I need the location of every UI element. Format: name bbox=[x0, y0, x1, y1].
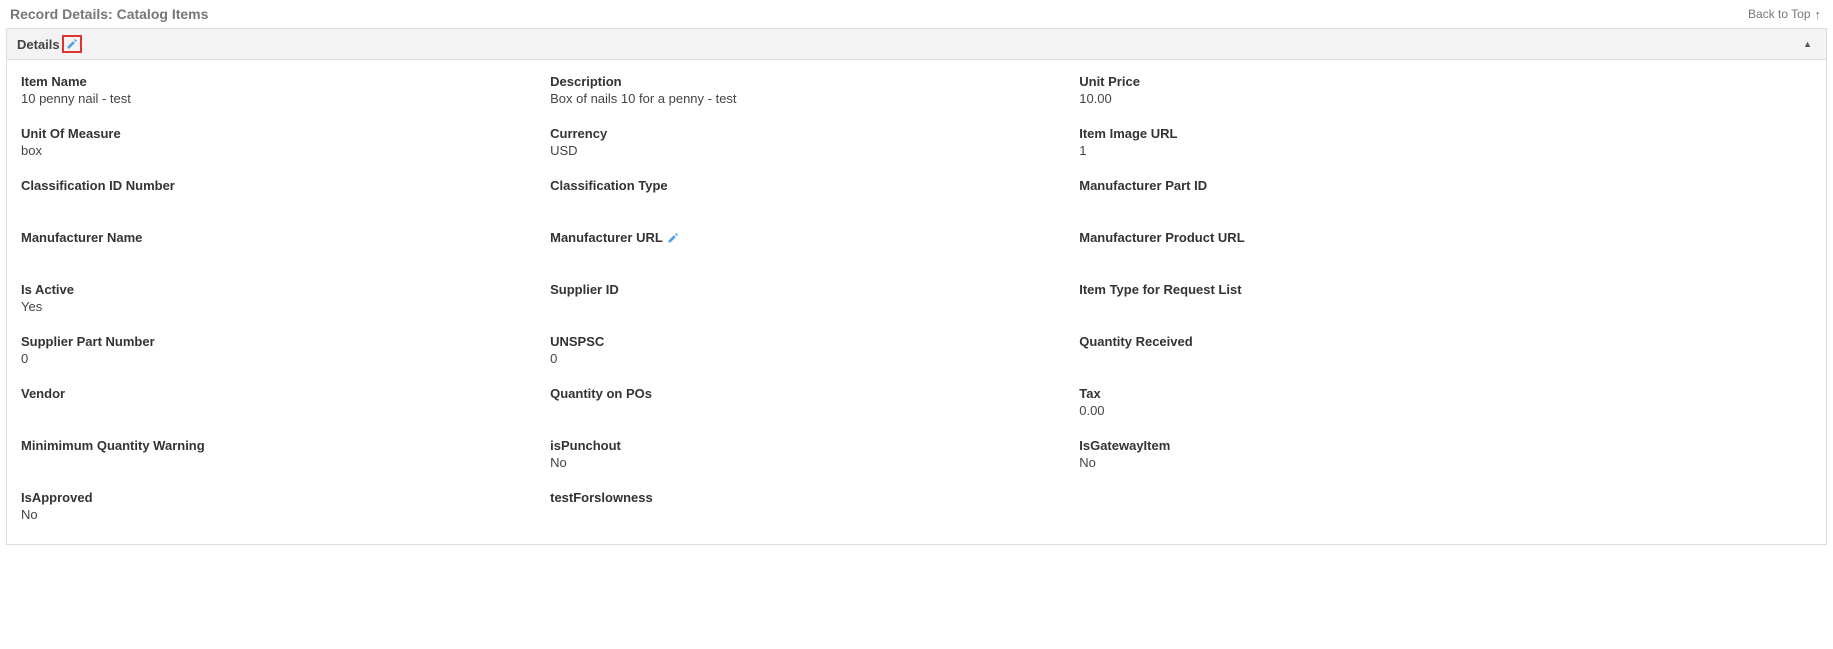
field-label: Supplier Part Number bbox=[21, 334, 530, 349]
field-tax: Tax 0.00 bbox=[1079, 386, 1588, 420]
field-item-name: Item Name 10 penny nail - test bbox=[21, 74, 530, 108]
field-value bbox=[21, 403, 530, 417]
field-value: USD bbox=[550, 143, 1059, 158]
field-label: Item Name bbox=[21, 74, 530, 89]
field-label: Quantity Received bbox=[1079, 334, 1588, 349]
field-test-for-slowness: testForslowness bbox=[550, 490, 1059, 524]
field-unit-of-measure: Unit Of Measure box bbox=[21, 126, 530, 160]
section-title-label: Details bbox=[17, 37, 60, 52]
field-min-qty-warning: Minimimum Quantity Warning bbox=[21, 438, 530, 472]
field-label: Manufacturer URL bbox=[550, 230, 1059, 245]
field-value: 0 bbox=[550, 351, 1059, 366]
field-manufacturer-name: Manufacturer Name bbox=[21, 230, 530, 264]
field-label: Unit Of Measure bbox=[21, 126, 530, 141]
field-value bbox=[1079, 247, 1588, 261]
section-title: Details bbox=[17, 35, 82, 53]
field-value bbox=[550, 299, 1059, 313]
field-label-text: Manufacturer URL bbox=[550, 230, 663, 245]
field-value: Box of nails 10 for a penny - test bbox=[550, 91, 1059, 106]
field-quantity-on-pos: Quantity on POs bbox=[550, 386, 1059, 420]
triangle-up-icon: ▲ bbox=[1803, 39, 1812, 49]
field-value: box bbox=[21, 143, 530, 158]
field-label: Item Type for Request List bbox=[1079, 282, 1588, 297]
field-label: Supplier ID bbox=[550, 282, 1059, 297]
field-supplier-part-number: Supplier Part Number 0 bbox=[21, 334, 530, 368]
field-item-image-url: Item Image URL 1 bbox=[1079, 126, 1588, 160]
field-label: Manufacturer Name bbox=[21, 230, 530, 245]
field-manufacturer-product-url: Manufacturer Product URL bbox=[1079, 230, 1588, 264]
pencil-icon bbox=[667, 232, 679, 244]
field-label: Description bbox=[550, 74, 1059, 89]
field-value bbox=[550, 507, 1059, 521]
field-value: 10 penny nail - test bbox=[21, 91, 530, 106]
field-value bbox=[1079, 299, 1588, 313]
top-bar: Record Details: Catalog Items Back to To… bbox=[0, 0, 1833, 28]
field-is-gateway-item: IsGatewayItem No bbox=[1079, 438, 1588, 472]
back-to-top-label: Back to Top bbox=[1748, 7, 1810, 21]
field-quantity-received: Quantity Received bbox=[1079, 334, 1588, 368]
field-label: Is Active bbox=[21, 282, 530, 297]
field-manufacturer-url: Manufacturer URL bbox=[550, 230, 1059, 264]
field-label: IsApproved bbox=[21, 490, 530, 505]
pencil-icon bbox=[66, 38, 78, 50]
edit-manufacturer-url-button[interactable] bbox=[667, 232, 679, 244]
field-label: Classification ID Number bbox=[21, 178, 530, 193]
field-value: No bbox=[1079, 455, 1588, 470]
field-unspsc: UNSPSC 0 bbox=[550, 334, 1059, 368]
field-value bbox=[550, 247, 1059, 261]
back-to-top-link[interactable]: Back to Top ↑ bbox=[1748, 7, 1821, 21]
field-supplier-id: Supplier ID bbox=[550, 282, 1059, 316]
field-grid: Item Name 10 penny nail - test Descripti… bbox=[7, 60, 1826, 544]
field-label: Classification Type bbox=[550, 178, 1059, 193]
field-is-punchout: isPunchout No bbox=[550, 438, 1059, 472]
field-value: No bbox=[21, 507, 530, 522]
field-label: Quantity on POs bbox=[550, 386, 1059, 401]
field-value: 10.00 bbox=[1079, 91, 1588, 106]
field-vendor: Vendor bbox=[21, 386, 530, 420]
edit-section-button[interactable] bbox=[62, 35, 82, 53]
field-label: IsGatewayItem bbox=[1079, 438, 1588, 453]
field-classification-type: Classification Type bbox=[550, 178, 1059, 212]
field-manufacturer-part-id: Manufacturer Part ID bbox=[1079, 178, 1588, 212]
field-label: testForslowness bbox=[550, 490, 1059, 505]
field-is-approved: IsApproved No bbox=[21, 490, 530, 524]
field-value bbox=[550, 403, 1059, 417]
field-label: Currency bbox=[550, 126, 1059, 141]
collapse-toggle[interactable]: ▲ bbox=[1799, 37, 1816, 51]
field-value bbox=[21, 455, 530, 469]
field-label: Minimimum Quantity Warning bbox=[21, 438, 530, 453]
section-header: Details ▲ bbox=[7, 29, 1826, 60]
field-value: 0.00 bbox=[1079, 403, 1588, 418]
field-unit-price: Unit Price 10.00 bbox=[1079, 74, 1588, 108]
field-currency: Currency USD bbox=[550, 126, 1059, 160]
field-value bbox=[1079, 195, 1588, 209]
details-section: Details ▲ Item Name 10 penny nail - test… bbox=[6, 28, 1827, 545]
field-label: UNSPSC bbox=[550, 334, 1059, 349]
page-title: Record Details: Catalog Items bbox=[10, 6, 208, 22]
field-value: 0 bbox=[21, 351, 530, 366]
field-value: Yes bbox=[21, 299, 530, 314]
field-value bbox=[21, 195, 530, 209]
field-label: Item Image URL bbox=[1079, 126, 1588, 141]
field-label: Vendor bbox=[21, 386, 530, 401]
field-label: isPunchout bbox=[550, 438, 1059, 453]
field-is-active: Is Active Yes bbox=[21, 282, 530, 316]
field-label: Tax bbox=[1079, 386, 1588, 401]
field-description: Description Box of nails 10 for a penny … bbox=[550, 74, 1059, 108]
field-value bbox=[550, 195, 1059, 209]
field-label: Manufacturer Product URL bbox=[1079, 230, 1588, 245]
field-value: 1 bbox=[1079, 143, 1588, 158]
field-label: Manufacturer Part ID bbox=[1079, 178, 1588, 193]
field-classification-id: Classification ID Number bbox=[21, 178, 530, 212]
field-value: No bbox=[550, 455, 1059, 470]
field-item-type-request-list: Item Type for Request List bbox=[1079, 282, 1588, 316]
arrow-up-icon: ↑ bbox=[1815, 8, 1822, 21]
field-value bbox=[21, 247, 530, 261]
field-label: Unit Price bbox=[1079, 74, 1588, 89]
field-value bbox=[1079, 351, 1588, 365]
